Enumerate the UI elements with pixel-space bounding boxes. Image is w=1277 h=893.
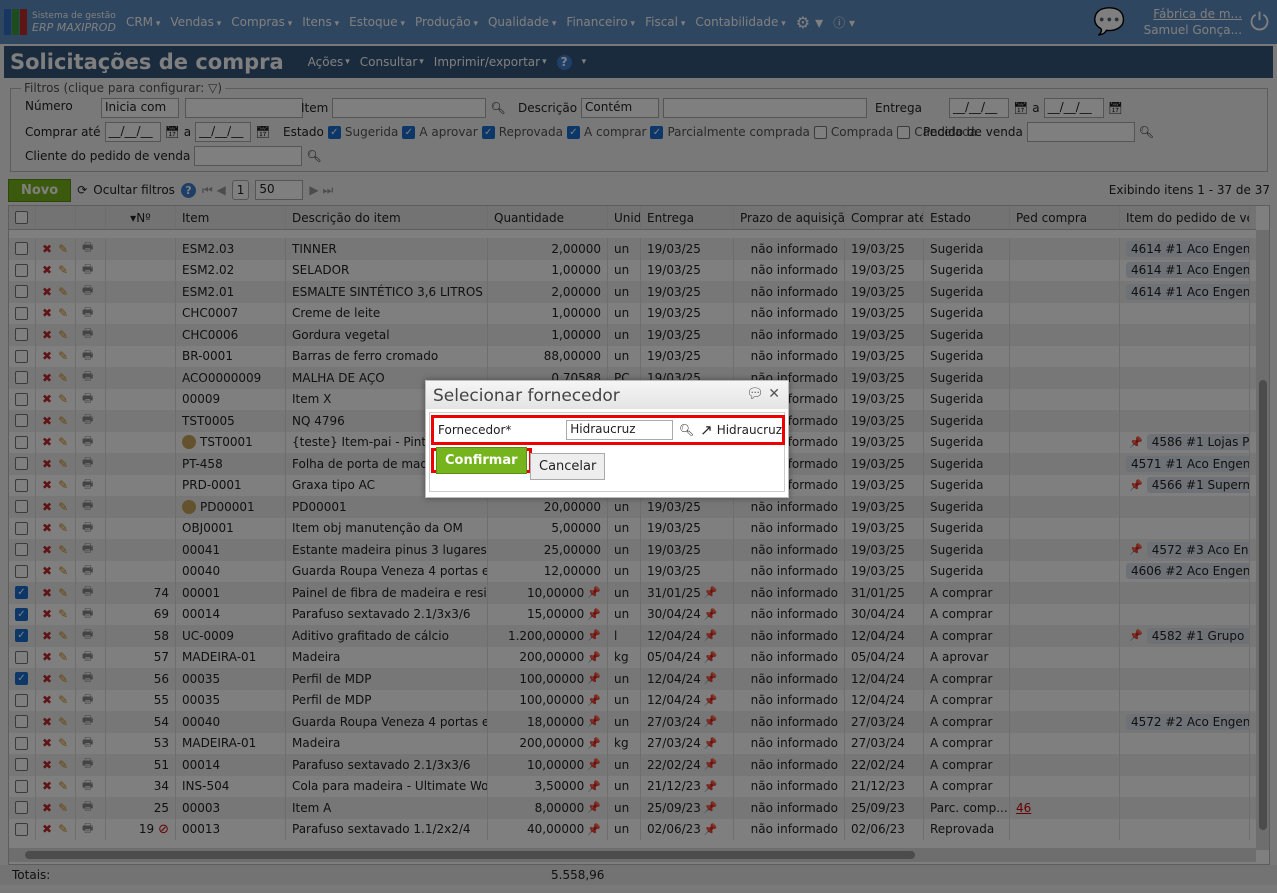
fornecedor-label: Fornecedor* — [438, 423, 512, 437]
comment-icon[interactable]: 💬︎ — [746, 386, 764, 402]
external-link-icon[interactable]: ↗ — [700, 421, 713, 439]
fornecedor-input[interactable]: Hidraucruz — [566, 420, 673, 440]
select-supplier-dialog: Selecionar fornecedor 💬︎ ✕ Fornecedor* Hi… — [425, 380, 789, 498]
fornecedor-link[interactable]: Hidraucruz — [717, 423, 782, 437]
close-icon[interactable]: ✕ — [768, 386, 780, 402]
dialog-title: Selecionar fornecedor — [433, 386, 620, 406]
search-icon[interactable]: 🔍︎ — [679, 423, 694, 437]
cancel-button[interactable]: Cancelar — [530, 453, 606, 480]
confirm-button[interactable]: Confirmar — [436, 447, 527, 474]
